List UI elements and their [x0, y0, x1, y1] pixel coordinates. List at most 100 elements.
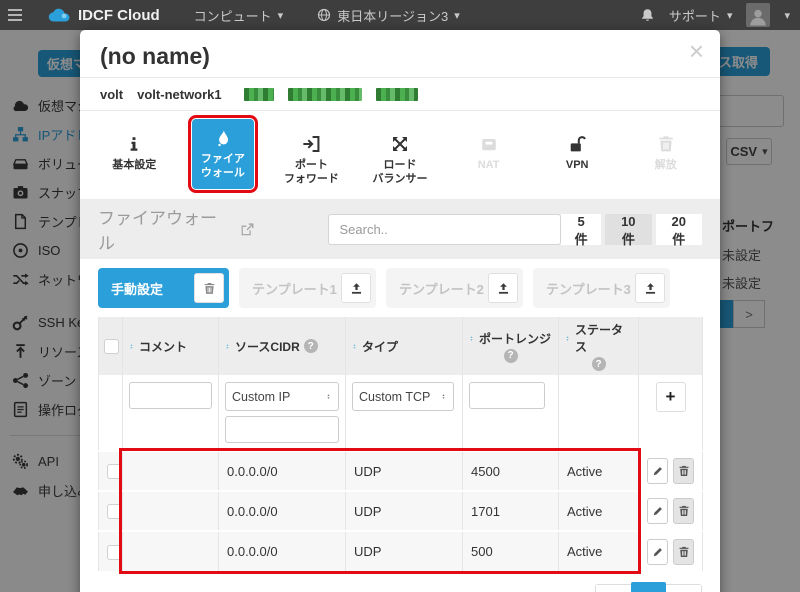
manual-setting-button[interactable]: 手動設定: [98, 268, 229, 308]
column-header-status[interactable]: ステータス?: [559, 317, 639, 375]
select-all-checkbox[interactable]: [104, 339, 119, 354]
delete-rule-button[interactable]: [673, 498, 694, 524]
modal-tabs: 基本設定 ファイアウォール ポートフォワード ロードバランサー NAT VPN …: [80, 111, 720, 199]
edit-rule-button[interactable]: [647, 458, 668, 484]
template2-upload-button[interactable]: [488, 273, 518, 303]
info-icon: [124, 135, 144, 153]
tab-firewall[interactable]: ファイアウォール: [179, 117, 268, 199]
select-carets-icon: [440, 394, 447, 399]
trash-icon: [203, 282, 216, 295]
bell-icon[interactable]: [640, 8, 655, 23]
chevron-down-icon: ▾: [727, 9, 733, 22]
user-avatar[interactable]: [746, 3, 770, 27]
column-header-comment[interactable]: コメント: [123, 317, 219, 375]
upload-icon: [350, 282, 363, 295]
sort-carets-icon: [351, 344, 358, 349]
rule-port: 500: [463, 531, 559, 571]
search-input[interactable]: [328, 214, 561, 245]
tab-release: 解放: [621, 117, 710, 199]
help-icon[interactable]: ?: [504, 349, 518, 363]
table-footer: 3 件中 1 ～ 3件 を表示 < 1 >: [80, 571, 720, 592]
network-info-bar: volt volt-network1: [80, 78, 720, 111]
manual-delete-button[interactable]: [194, 273, 224, 303]
source-cidr-input[interactable]: [225, 416, 339, 443]
edit-rule-button[interactable]: [647, 539, 668, 565]
close-icon[interactable]: ×: [689, 38, 704, 64]
edit-rule-button[interactable]: [647, 498, 668, 524]
next-page-button[interactable]: >: [666, 585, 701, 592]
rule-status: Active: [559, 491, 639, 531]
rule-row-3: 0.0.0.0/0 UDP 500 Active: [99, 531, 703, 571]
tab-nat: NAT: [444, 117, 533, 199]
page-size-5-button[interactable]: 5件: [561, 214, 601, 245]
tab-load-balancer[interactable]: ロードバランサー: [356, 117, 445, 199]
globe-icon: [317, 8, 331, 22]
prev-page-button[interactable]: <: [596, 585, 631, 592]
redacted-ip-block: [244, 88, 274, 101]
select-all-header[interactable]: [99, 317, 123, 375]
help-icon[interactable]: ?: [304, 339, 318, 353]
port-range-input[interactable]: [469, 382, 545, 409]
firewall-rules-table: コメント ソースCIDR? タイプ ポートレンジ? ステータス? Custom …: [98, 317, 703, 571]
upload-icon: [497, 282, 510, 295]
rule-status: Active: [559, 451, 639, 491]
sign-in-icon: [301, 135, 321, 153]
trash-icon: [678, 505, 690, 517]
pencil-icon: [652, 465, 664, 477]
brand-logo[interactable]: IDCF Cloud: [48, 7, 160, 24]
tab-firewall-selected-tile: ファイアウォール: [192, 119, 254, 189]
template3-upload-button[interactable]: [635, 273, 665, 303]
page-size-10-button[interactable]: 10件: [605, 214, 651, 245]
arrows-alt-icon: [390, 135, 410, 153]
template2-button[interactable]: テンプレート2: [386, 268, 523, 308]
nav-menu-support[interactable]: サポート ▾: [669, 6, 733, 25]
brand-name: IDCF Cloud: [78, 7, 160, 24]
modal-title: (no name): [100, 43, 210, 69]
nat-box-icon: [479, 135, 499, 153]
chevron-down-icon: ▾: [454, 9, 460, 22]
hamburger-menu-icon[interactable]: [0, 9, 30, 21]
protocol-select[interactable]: Custom TCP: [352, 382, 454, 411]
rule-cidr: 0.0.0.0/0: [219, 491, 346, 531]
template3-button[interactable]: テンプレート3: [533, 268, 670, 308]
row-checkbox[interactable]: [107, 504, 122, 519]
row-checkbox[interactable]: [107, 464, 122, 479]
tab-vpn[interactable]: VPN: [533, 117, 622, 199]
sort-carets-icon: [468, 336, 475, 341]
external-link-icon[interactable]: [240, 222, 255, 237]
column-header-port-range[interactable]: ポートレンジ?: [463, 317, 559, 375]
rule-type: UDP: [346, 531, 463, 571]
chevron-down-icon: ▾: [784, 9, 790, 22]
add-rule-button[interactable]: +: [656, 382, 686, 412]
delete-rule-button[interactable]: [673, 458, 694, 484]
column-header-type[interactable]: タイプ: [346, 317, 463, 375]
trash-icon: [678, 546, 690, 558]
firewall-section-title: ファイアウォール: [98, 204, 232, 254]
help-icon[interactable]: ?: [592, 357, 606, 371]
firewall-mode-buttons: 手動設定 テンプレート1 テンプレート2 テンプレート3: [80, 259, 720, 317]
page-size-20-button[interactable]: 20件: [656, 214, 702, 245]
column-header-actions: [639, 317, 703, 375]
column-header-source-cidr[interactable]: ソースCIDR?: [219, 317, 346, 375]
template1-upload-button[interactable]: [341, 273, 371, 303]
rule-row-2: 0.0.0.0/0 UDP 1701 Active: [99, 491, 703, 531]
tab-basic-settings[interactable]: 基本設定: [90, 117, 179, 199]
delete-rule-button[interactable]: [673, 539, 694, 565]
rule-port: 1701: [463, 491, 559, 531]
source-type-select[interactable]: Custom IP: [225, 382, 339, 411]
modal-header: (no name) ×: [80, 30, 720, 78]
current-page-button[interactable]: 1: [631, 582, 666, 592]
template1-button[interactable]: テンプレート1: [239, 268, 376, 308]
comment-input[interactable]: [129, 382, 212, 409]
tab-port-forward[interactable]: ポートフォワード: [267, 117, 356, 199]
cloud-logo-icon: [48, 8, 72, 23]
nav-menu-compute[interactable]: コンピュート ▾: [194, 6, 284, 25]
top-navbar: IDCF Cloud コンピュート ▾ 東日本リージョン3 ▾ サポート ▾ ▾: [0, 0, 800, 30]
rule-row-1: 0.0.0.0/0 UDP 4500 Active: [99, 451, 703, 491]
rule-port: 4500: [463, 451, 559, 491]
nav-menu-region[interactable]: 東日本リージョン3 ▾: [317, 6, 460, 25]
row-checkbox[interactable]: [107, 545, 122, 560]
firewall-toolbar: ファイアウォール 5件 10件 20件: [80, 199, 720, 259]
redacted-ip-block: [288, 88, 362, 101]
rule-type: UDP: [346, 451, 463, 491]
